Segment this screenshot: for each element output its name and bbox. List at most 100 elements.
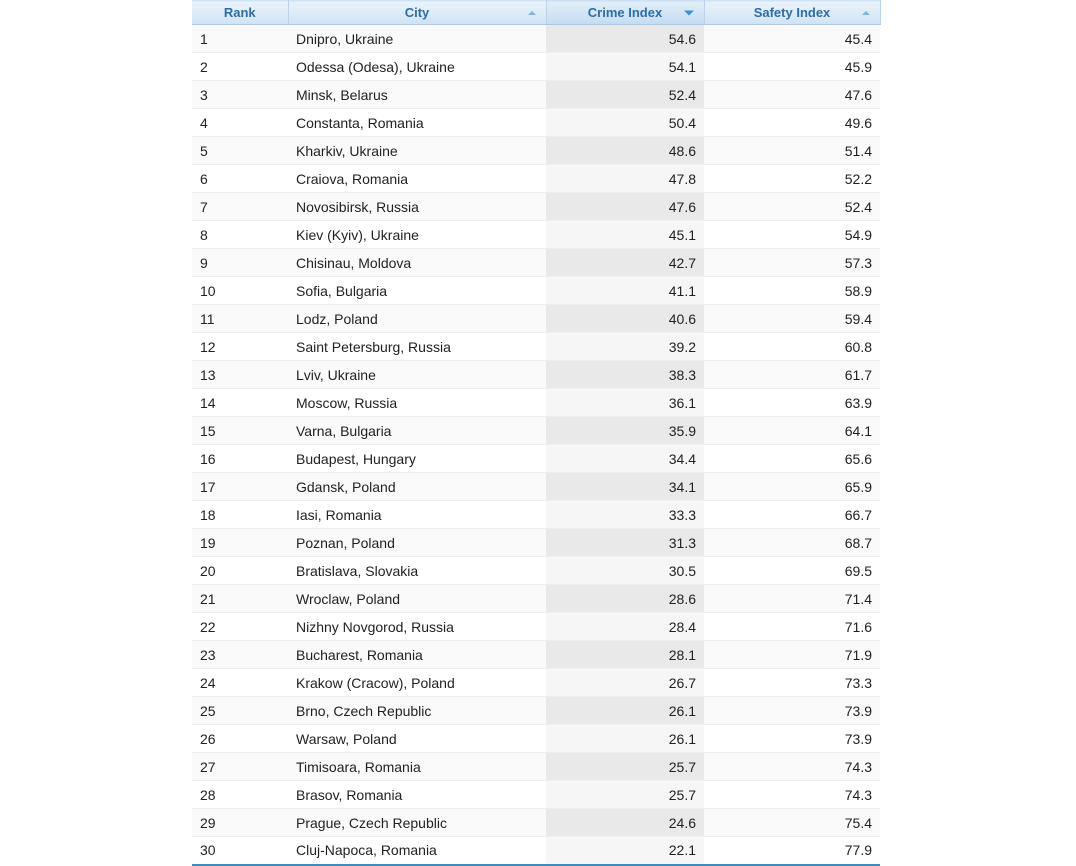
page-root: Rank City Crime Index Safety Index 1 Dni… [0,0,1076,866]
column-header-safety-index[interactable]: Safety Index [704,0,881,25]
cell-rank: 14 [192,388,288,417]
column-header-rank-inner: Rank [200,1,280,24]
cell-rank: 12 [192,332,288,361]
caret-up-icon [527,10,536,15]
cell-safety-index: 65.6 [704,444,880,473]
cell-safety-index: 73.3 [704,668,880,697]
cell-crime-index: 33.3 [546,500,704,529]
cell-crime-index: 45.1 [546,220,704,249]
crime-index-table-container: Rank City Crime Index Safety Index 1 Dni… [192,0,881,866]
cell-rank: 18 [192,500,288,529]
table-row[interactable]: 16 Budapest, Hungary 34.4 65.6 [192,444,880,473]
table-row[interactable]: 29 Prague, Czech Republic 24.6 75.4 [192,808,880,837]
caret-up-icon [861,10,870,15]
cell-city: Novosibirsk, Russia [288,192,546,221]
cell-city: Lodz, Poland [288,304,546,333]
cell-crime-index: 25.7 [546,780,704,809]
table-row[interactable]: 15 Varna, Bulgaria 35.9 64.1 [192,416,880,445]
cell-city: Kharkiv, Ukraine [288,136,546,165]
cell-crime-index: 52.4 [546,80,704,109]
table-row[interactable]: 4 Constanta, Romania 50.4 49.6 [192,108,880,137]
column-header-city-caret-slot[interactable] [524,10,536,15]
table-row[interactable]: 3 Minsk, Belarus 52.4 47.6 [192,80,880,109]
cell-safety-index: 54.9 [704,220,880,249]
table-row[interactable]: 28 Brasov, Romania 25.7 74.3 [192,780,880,809]
table-row[interactable]: 8 Kiev (Kyiv), Ukraine 45.1 54.9 [192,220,880,249]
table-row[interactable]: 26 Warsaw, Poland 26.1 73.9 [192,724,880,753]
cell-crime-index: 34.4 [546,444,704,473]
table-row[interactable]: 17 Gdansk, Poland 34.1 65.9 [192,472,880,501]
cell-rank: 30 [192,836,288,865]
cell-safety-index: 47.6 [704,80,880,109]
cell-rank: 27 [192,752,288,781]
cell-safety-index: 63.9 [704,388,880,417]
table-row[interactable]: 24 Krakow (Cracow), Poland 26.7 73.3 [192,668,880,697]
table-row[interactable]: 12 Saint Petersburg, Russia 39.2 60.8 [192,332,880,361]
table-row[interactable]: 1 Dnipro, Ukraine 54.6 45.4 [192,24,880,53]
table-row[interactable]: 13 Lviv, Ukraine 38.3 61.7 [192,360,880,389]
table-row[interactable]: 6 Craiova, Romania 47.8 52.2 [192,164,880,193]
cell-safety-index: 52.2 [704,164,880,193]
table-row[interactable]: 14 Moscow, Russia 36.1 63.9 [192,388,880,417]
cell-safety-index: 73.9 [704,696,880,725]
column-header-city[interactable]: City [288,0,547,25]
table-row[interactable]: 23 Bucharest, Romania 28.1 71.9 [192,640,880,669]
cell-crime-index: 48.6 [546,136,704,165]
cell-safety-index: 58.9 [704,276,880,305]
cell-city: Krakow (Cracow), Poland [288,668,546,697]
table-row[interactable]: 25 Brno, Czech Republic 26.1 73.9 [192,696,880,725]
cell-city: Lviv, Ukraine [288,360,546,389]
cell-safety-index: 75.4 [704,808,880,837]
cell-city: Dnipro, Ukraine [288,24,546,53]
table-header-row: Rank City Crime Index Safety Index [192,0,881,25]
cell-rank: 15 [192,416,288,445]
cell-city: Bucharest, Romania [288,640,546,669]
table-row[interactable]: 7 Novosibirsk, Russia 47.6 52.4 [192,192,880,221]
column-header-safety-index-caret-slot[interactable] [858,10,870,15]
cell-rank: 7 [192,192,288,221]
cell-city: Budapest, Hungary [288,444,546,473]
cell-safety-index: 61.7 [704,360,880,389]
cell-crime-index: 26.1 [546,696,704,725]
cell-safety-index: 77.9 [704,836,880,865]
column-header-crime-index-caret-slot[interactable] [680,10,694,15]
cell-city: Poznan, Poland [288,528,546,557]
cell-crime-index: 31.3 [546,528,704,557]
cell-city: Cluj-Napoca, Romania [288,836,546,865]
table-row[interactable]: 21 Wroclaw, Poland 28.6 71.4 [192,584,880,613]
cell-safety-index: 66.7 [704,500,880,529]
table-row[interactable]: 19 Poznan, Poland 31.3 68.7 [192,528,880,557]
table-row[interactable]: 5 Kharkiv, Ukraine 48.6 51.4 [192,136,880,165]
cell-city: Prague, Czech Republic [288,808,546,837]
table-row[interactable]: 20 Bratislava, Slovakia 30.5 69.5 [192,556,880,585]
table-row[interactable]: 10 Sofia, Bulgaria 41.1 58.9 [192,276,880,305]
table-row[interactable]: 27 Timisoara, Romania 25.7 74.3 [192,752,880,781]
table-row[interactable]: 22 Nizhny Novgorod, Russia 28.4 71.6 [192,612,880,641]
cell-crime-index: 24.6 [546,808,704,837]
cell-city: Bratislava, Slovakia [288,556,546,585]
column-header-rank-label: Rank [223,5,256,20]
table-row[interactable]: 11 Lodz, Poland 40.6 59.4 [192,304,880,333]
cell-rank: 17 [192,472,288,501]
cell-city: Timisoara, Romania [288,752,546,781]
cell-crime-index: 28.4 [546,612,704,641]
cell-safety-index: 64.1 [704,416,880,445]
cell-rank: 11 [192,304,288,333]
cell-safety-index: 74.3 [704,780,880,809]
table-row[interactable]: 2 Odessa (Odesa), Ukraine 54.1 45.9 [192,52,880,81]
column-header-crime-index[interactable]: Crime Index [546,0,705,25]
table-row[interactable]: 9 Chisinau, Moldova 42.7 57.3 [192,248,880,277]
cell-rank: 5 [192,136,288,165]
table-row[interactable]: 30 Cluj-Napoca, Romania 22.1 77.9 [192,836,880,865]
column-header-rank[interactable]: Rank [192,0,289,25]
cell-safety-index: 74.3 [704,752,880,781]
cell-city: Sofia, Bulgaria [288,276,546,305]
cell-city: Iasi, Romania [288,500,546,529]
cell-city: Moscow, Russia [288,388,546,417]
cell-crime-index: 38.3 [546,360,704,389]
cell-city: Chisinau, Moldova [288,248,546,277]
cell-city: Saint Petersburg, Russia [288,332,546,361]
cell-safety-index: 71.4 [704,584,880,613]
table-header: Rank City Crime Index Safety Index [192,0,881,25]
table-row[interactable]: 18 Iasi, Romania 33.3 66.7 [192,500,880,529]
